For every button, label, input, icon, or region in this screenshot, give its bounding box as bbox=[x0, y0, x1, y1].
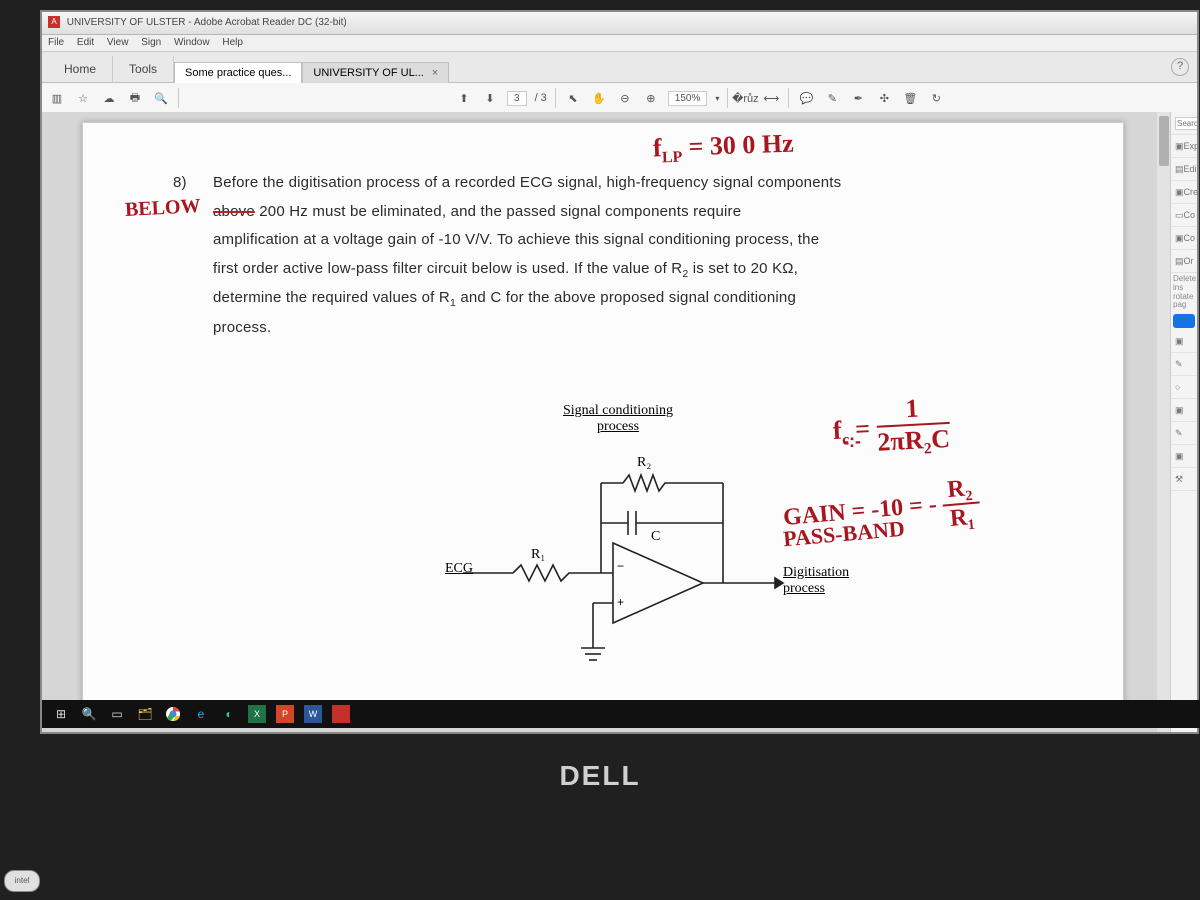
tool-extra-3[interactable]: ○ bbox=[1171, 376, 1197, 399]
blue-button[interactable] bbox=[1173, 314, 1195, 328]
question-body: Before the digitisation process of a rec… bbox=[213, 169, 1073, 343]
page-current[interactable]: 3 bbox=[507, 91, 527, 106]
titlebar: A UNIVERSITY OF ULSTER - Adobe Acrobat R… bbox=[42, 12, 1197, 35]
page-up-icon[interactable]: ⬆ bbox=[455, 89, 473, 107]
ie-icon[interactable]: e bbox=[192, 705, 210, 723]
star-icon[interactable]: ☆ bbox=[74, 89, 92, 107]
tool-extra-6[interactable]: ▣ bbox=[1171, 445, 1197, 468]
windows-taskbar[interactable]: ⊞ 🔍 ▭ 🗂 e ◐ X P W bbox=[42, 700, 1200, 728]
adobe-reader-window: A UNIVERSITY OF ULSTER - Adobe Acrobat R… bbox=[40, 10, 1199, 734]
annot-flp: fLP = 30 0 Hz bbox=[652, 129, 794, 168]
trash-icon[interactable]: 🗑 bbox=[901, 89, 919, 107]
refresh-icon[interactable]: ↻ bbox=[927, 89, 945, 107]
annot-fc: fc = 1 2πR₂C bbox=[831, 396, 951, 464]
zoom-level[interactable]: 150% bbox=[668, 91, 708, 106]
tab-tools[interactable]: Tools bbox=[113, 56, 174, 82]
doc-tab-1[interactable]: Some practice ques... bbox=[174, 62, 302, 83]
tool-extra-1[interactable]: ▣ bbox=[1171, 330, 1197, 353]
start-icon[interactable]: ⊞ bbox=[52, 705, 70, 723]
tool-create[interactable]: ▣ Cre bbox=[1171, 181, 1197, 204]
zoom-out-icon[interactable]: ⊖ bbox=[616, 89, 634, 107]
hand-icon[interactable]: ✋ bbox=[590, 89, 608, 107]
app-red-icon[interactable] bbox=[332, 705, 350, 723]
tool-extra-5[interactable]: ✎ bbox=[1171, 422, 1197, 445]
monitor-brand: DELL bbox=[559, 760, 640, 792]
page-total: / 3 bbox=[535, 92, 547, 104]
menu-edit[interactable]: Edit bbox=[77, 37, 94, 48]
edge-icon[interactable]: ◐ bbox=[220, 705, 238, 723]
label-c: C bbox=[651, 529, 660, 545]
tool-export[interactable]: ▣ Exp bbox=[1171, 135, 1197, 158]
menu-window[interactable]: Window bbox=[174, 37, 210, 48]
taskview-icon[interactable]: ▭ bbox=[108, 705, 126, 723]
sidebar-toggle-icon[interactable]: ▥ bbox=[48, 89, 66, 107]
powerpoint-icon[interactable]: P bbox=[276, 705, 294, 723]
excel-icon[interactable]: X bbox=[248, 705, 266, 723]
doc-tab-2[interactable]: UNIVERSITY OF UL... × bbox=[302, 62, 449, 83]
label-r2: R₂ bbox=[637, 455, 651, 471]
word-icon[interactable]: W bbox=[304, 705, 322, 723]
pdf-icon: A bbox=[48, 16, 60, 28]
sign-icon[interactable]: ✒ bbox=[849, 89, 867, 107]
close-icon[interactable]: × bbox=[432, 67, 438, 79]
label-ecg: ECG bbox=[445, 561, 473, 577]
search-input[interactable] bbox=[1175, 117, 1197, 130]
question-number: 8) bbox=[173, 169, 187, 198]
tool-extra-4[interactable]: ▣ bbox=[1171, 399, 1197, 422]
circuit-diagram: Signal conditioningprocess bbox=[453, 403, 793, 673]
tool-extra-2[interactable]: ✎ bbox=[1171, 353, 1197, 376]
menu-sign[interactable]: Sign bbox=[141, 37, 161, 48]
scroll-thumb[interactable] bbox=[1159, 116, 1169, 166]
annot-below: BELOW bbox=[124, 195, 201, 222]
tool-edit[interactable]: ▤ Edi bbox=[1171, 158, 1197, 181]
print-icon[interactable]: 🖶 bbox=[126, 89, 144, 107]
pdf-page: fLP = 30 0 Hz BELOW 8) Before the digiti… bbox=[82, 122, 1124, 704]
tab-home[interactable]: Home bbox=[48, 56, 113, 82]
comment-icon[interactable]: 💬 bbox=[797, 89, 815, 107]
vertical-scrollbar[interactable]: ▴ ▾ bbox=[1157, 112, 1171, 732]
window-title: UNIVERSITY OF ULSTER - Adobe Acrobat Rea… bbox=[67, 17, 347, 28]
intel-sticker: intel bbox=[4, 870, 40, 892]
tool-organise[interactable]: ▤ Or bbox=[1171, 250, 1197, 273]
explorer-icon[interactable]: 🗂 bbox=[136, 705, 154, 723]
tooltip-delete: Delete, ins rotate pag bbox=[1171, 273, 1197, 312]
search-icon[interactable]: 🔍 bbox=[152, 89, 170, 107]
pointer-icon[interactable]: ⬉ bbox=[564, 89, 582, 107]
taskbar-search-icon[interactable]: 🔍 bbox=[80, 705, 98, 723]
help-icon[interactable]: ? bbox=[1171, 58, 1189, 76]
menu-file[interactable]: File bbox=[48, 37, 64, 48]
menu-help[interactable]: Help bbox=[222, 37, 243, 48]
tabstrip: Home Tools Some practice ques... UNIVERS… bbox=[42, 52, 1197, 83]
menu-view[interactable]: View bbox=[107, 37, 129, 48]
chrome-icon[interactable] bbox=[164, 705, 182, 723]
label-r1: R₁ bbox=[531, 547, 545, 563]
menubar[interactable]: File Edit View Sign Window Help bbox=[42, 35, 1197, 52]
fitpage-icon[interactable]: �růz bbox=[736, 89, 754, 107]
cloud-icon[interactable]: ☁ bbox=[100, 89, 118, 107]
tool-comment[interactable]: ▭ Co bbox=[1171, 204, 1197, 227]
tool-extra-7[interactable]: ⚒ bbox=[1171, 468, 1197, 491]
label-digitisation: Digitisationprocess bbox=[783, 565, 849, 597]
stamp-icon[interactable]: ✣ bbox=[875, 89, 893, 107]
page-down-icon[interactable]: ⬇ bbox=[481, 89, 499, 107]
tool-combine[interactable]: ▣ Co bbox=[1171, 227, 1197, 250]
document-area: fLP = 30 0 Hz BELOW 8) Before the digiti… bbox=[42, 112, 1157, 732]
toolbar: ▥ ☆ ☁ 🖶 🔍 ⬆ ⬇ 3 / 3 ⬉ ✋ ⊖ ⊕ 150% ▾ �růz … bbox=[42, 83, 1197, 114]
readmode-icon[interactable]: ⟷ bbox=[762, 89, 780, 107]
tools-pane: ▣ Exp ▤ Edi ▣ Cre ▭ Co ▣ Co ▤ Or Delete,… bbox=[1170, 112, 1197, 732]
highlight-icon[interactable]: ✎ bbox=[823, 89, 841, 107]
zoom-in-icon[interactable]: ⊕ bbox=[642, 89, 660, 107]
